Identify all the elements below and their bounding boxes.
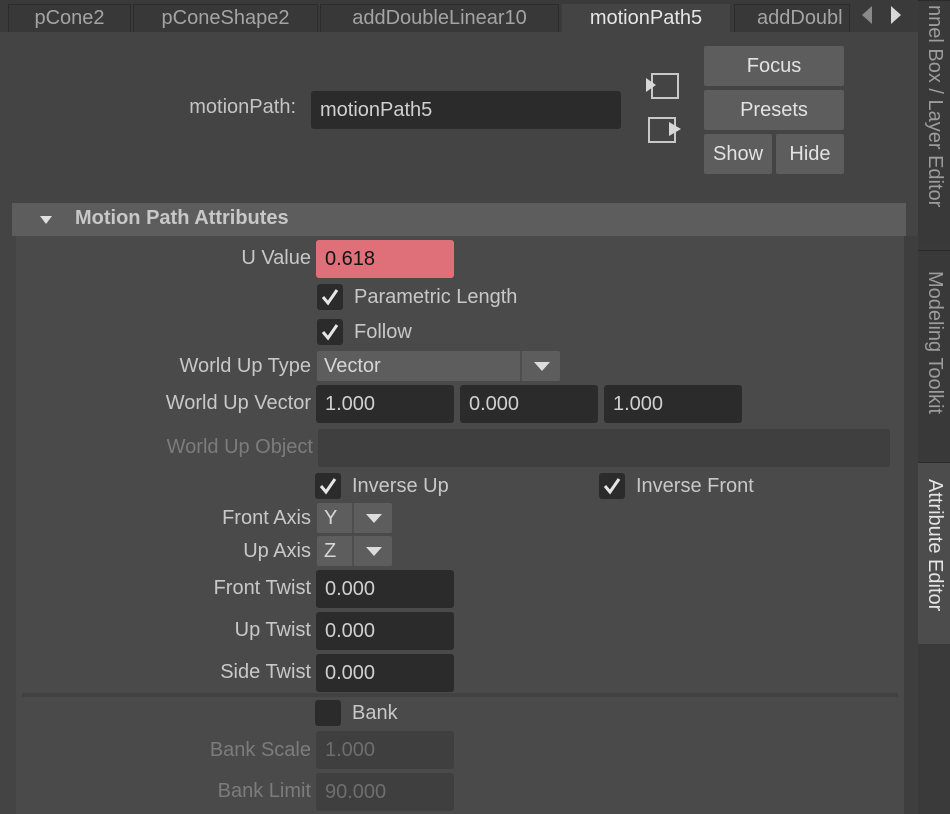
tab-adddoubl[interactable]: addDoubl (734, 4, 850, 32)
world-up-type-label: World Up Type (179, 355, 311, 377)
chevron-down-icon (534, 362, 550, 371)
tab-motionpath5[interactable]: motionPath5 (562, 4, 730, 32)
checkmark-icon (603, 478, 621, 495)
u-value-field[interactable]: 0.618 (316, 240, 454, 278)
focus-button[interactable]: Focus (704, 46, 844, 86)
world-up-type-dropdown[interactable]: Vector (317, 351, 560, 381)
chevron-down-icon (366, 514, 382, 523)
parametric-length-label: Parametric Length (354, 286, 518, 308)
dock-tab-label: Modeling Toolkit (924, 271, 946, 415)
bank-limit-label: Bank Limit (217, 780, 311, 802)
dropdown-separator (520, 351, 522, 381)
motion-path-attributes-header[interactable]: Motion Path Attributes (12, 203, 906, 236)
world-up-vector-y-field[interactable]: 0.000 (460, 385, 598, 423)
collapse-triangle-icon[interactable] (40, 216, 52, 224)
follow-label: Follow (354, 321, 412, 343)
front-axis-label: Front Axis (222, 507, 311, 529)
scroll-tabs-right-icon[interactable] (891, 6, 901, 24)
front-twist-field[interactable]: 0.000 (316, 570, 454, 608)
show-button[interactable]: Show (704, 134, 772, 174)
load-output-icon[interactable] (647, 116, 681, 146)
side-twist-label: Side Twist (220, 661, 311, 683)
right-dock-tabs: nnel Box / Layer Editor Modeling Toolkit… (918, 0, 950, 814)
bank-label: Bank (352, 702, 398, 724)
side-twist-field[interactable]: 0.000 (316, 654, 454, 692)
follow-checkbox[interactable] (317, 319, 343, 345)
dock-tab-label: Attribute Editor (924, 479, 946, 612)
presets-button[interactable]: Presets (704, 90, 844, 130)
front-twist-label: Front Twist (213, 577, 311, 599)
node-name-field[interactable]: motionPath5 (311, 91, 621, 129)
tab-adddoublelinear10[interactable]: addDoubleLinear10 (320, 4, 559, 32)
world-up-vector-x-field[interactable]: 1.000 (316, 385, 454, 423)
world-up-vector-z-field[interactable]: 1.000 (604, 385, 742, 423)
front-axis-dropdown[interactable]: Y (317, 503, 392, 533)
inverse-front-label: Inverse Front (636, 475, 754, 497)
bank-limit-field: 90.000 (316, 773, 454, 811)
dock-tab-attribute-editor[interactable]: Attribute Editor (918, 462, 950, 644)
dock-tab-modeling-toolkit[interactable]: Modeling Toolkit (918, 250, 950, 460)
bank-checkbox[interactable] (315, 700, 341, 726)
dock-tab-label: nnel Box / Layer Editor (924, 5, 946, 208)
checkmark-icon (321, 324, 339, 341)
checkmark-icon (319, 478, 337, 495)
section-divider (22, 693, 898, 697)
checkmark-icon (321, 289, 339, 306)
up-axis-label: Up Axis (243, 540, 311, 562)
up-twist-field[interactable]: 0.000 (316, 612, 454, 650)
dropdown-separator (352, 503, 354, 533)
bank-scale-field: 1.000 (316, 731, 454, 769)
parametric-length-checkbox[interactable] (317, 284, 343, 310)
tab-pconeshape2[interactable]: pConeShape2 (133, 4, 318, 32)
up-axis-value: Z (324, 540, 337, 562)
world-up-object-label: World Up Object (166, 436, 313, 458)
u-value-label: U Value (241, 247, 311, 269)
load-input-icon[interactable] (646, 72, 680, 102)
inverse-front-checkbox[interactable] (599, 473, 625, 499)
front-axis-value: Y (324, 507, 338, 529)
world-up-vector-label: World Up Vector (165, 392, 311, 414)
tab-pcone2[interactable]: pCone2 (8, 4, 131, 32)
world-up-type-value: Vector (324, 355, 381, 377)
node-name-label: motionPath: (189, 96, 296, 118)
dropdown-separator (352, 536, 354, 566)
node-tab-bar: pCone2 pConeShape2 addDoubleLinear10 mot… (0, 0, 918, 32)
chevron-down-icon (366, 547, 382, 556)
up-twist-label: Up Twist (234, 619, 311, 641)
inverse-up-label: Inverse Up (352, 475, 449, 497)
hide-button[interactable]: Hide (776, 134, 844, 174)
dock-tab-channel-box-layer-editor[interactable]: nnel Box / Layer Editor (918, 0, 950, 245)
up-axis-dropdown[interactable]: Z (317, 536, 392, 566)
inverse-up-checkbox[interactable] (315, 473, 341, 499)
bank-scale-label: Bank Scale (209, 739, 311, 761)
scrollbar-track[interactable] (904, 236, 918, 814)
scroll-tabs-left-icon[interactable] (862, 6, 872, 24)
world-up-object-field (318, 429, 890, 467)
section-title: Motion Path Attributes (75, 207, 289, 229)
